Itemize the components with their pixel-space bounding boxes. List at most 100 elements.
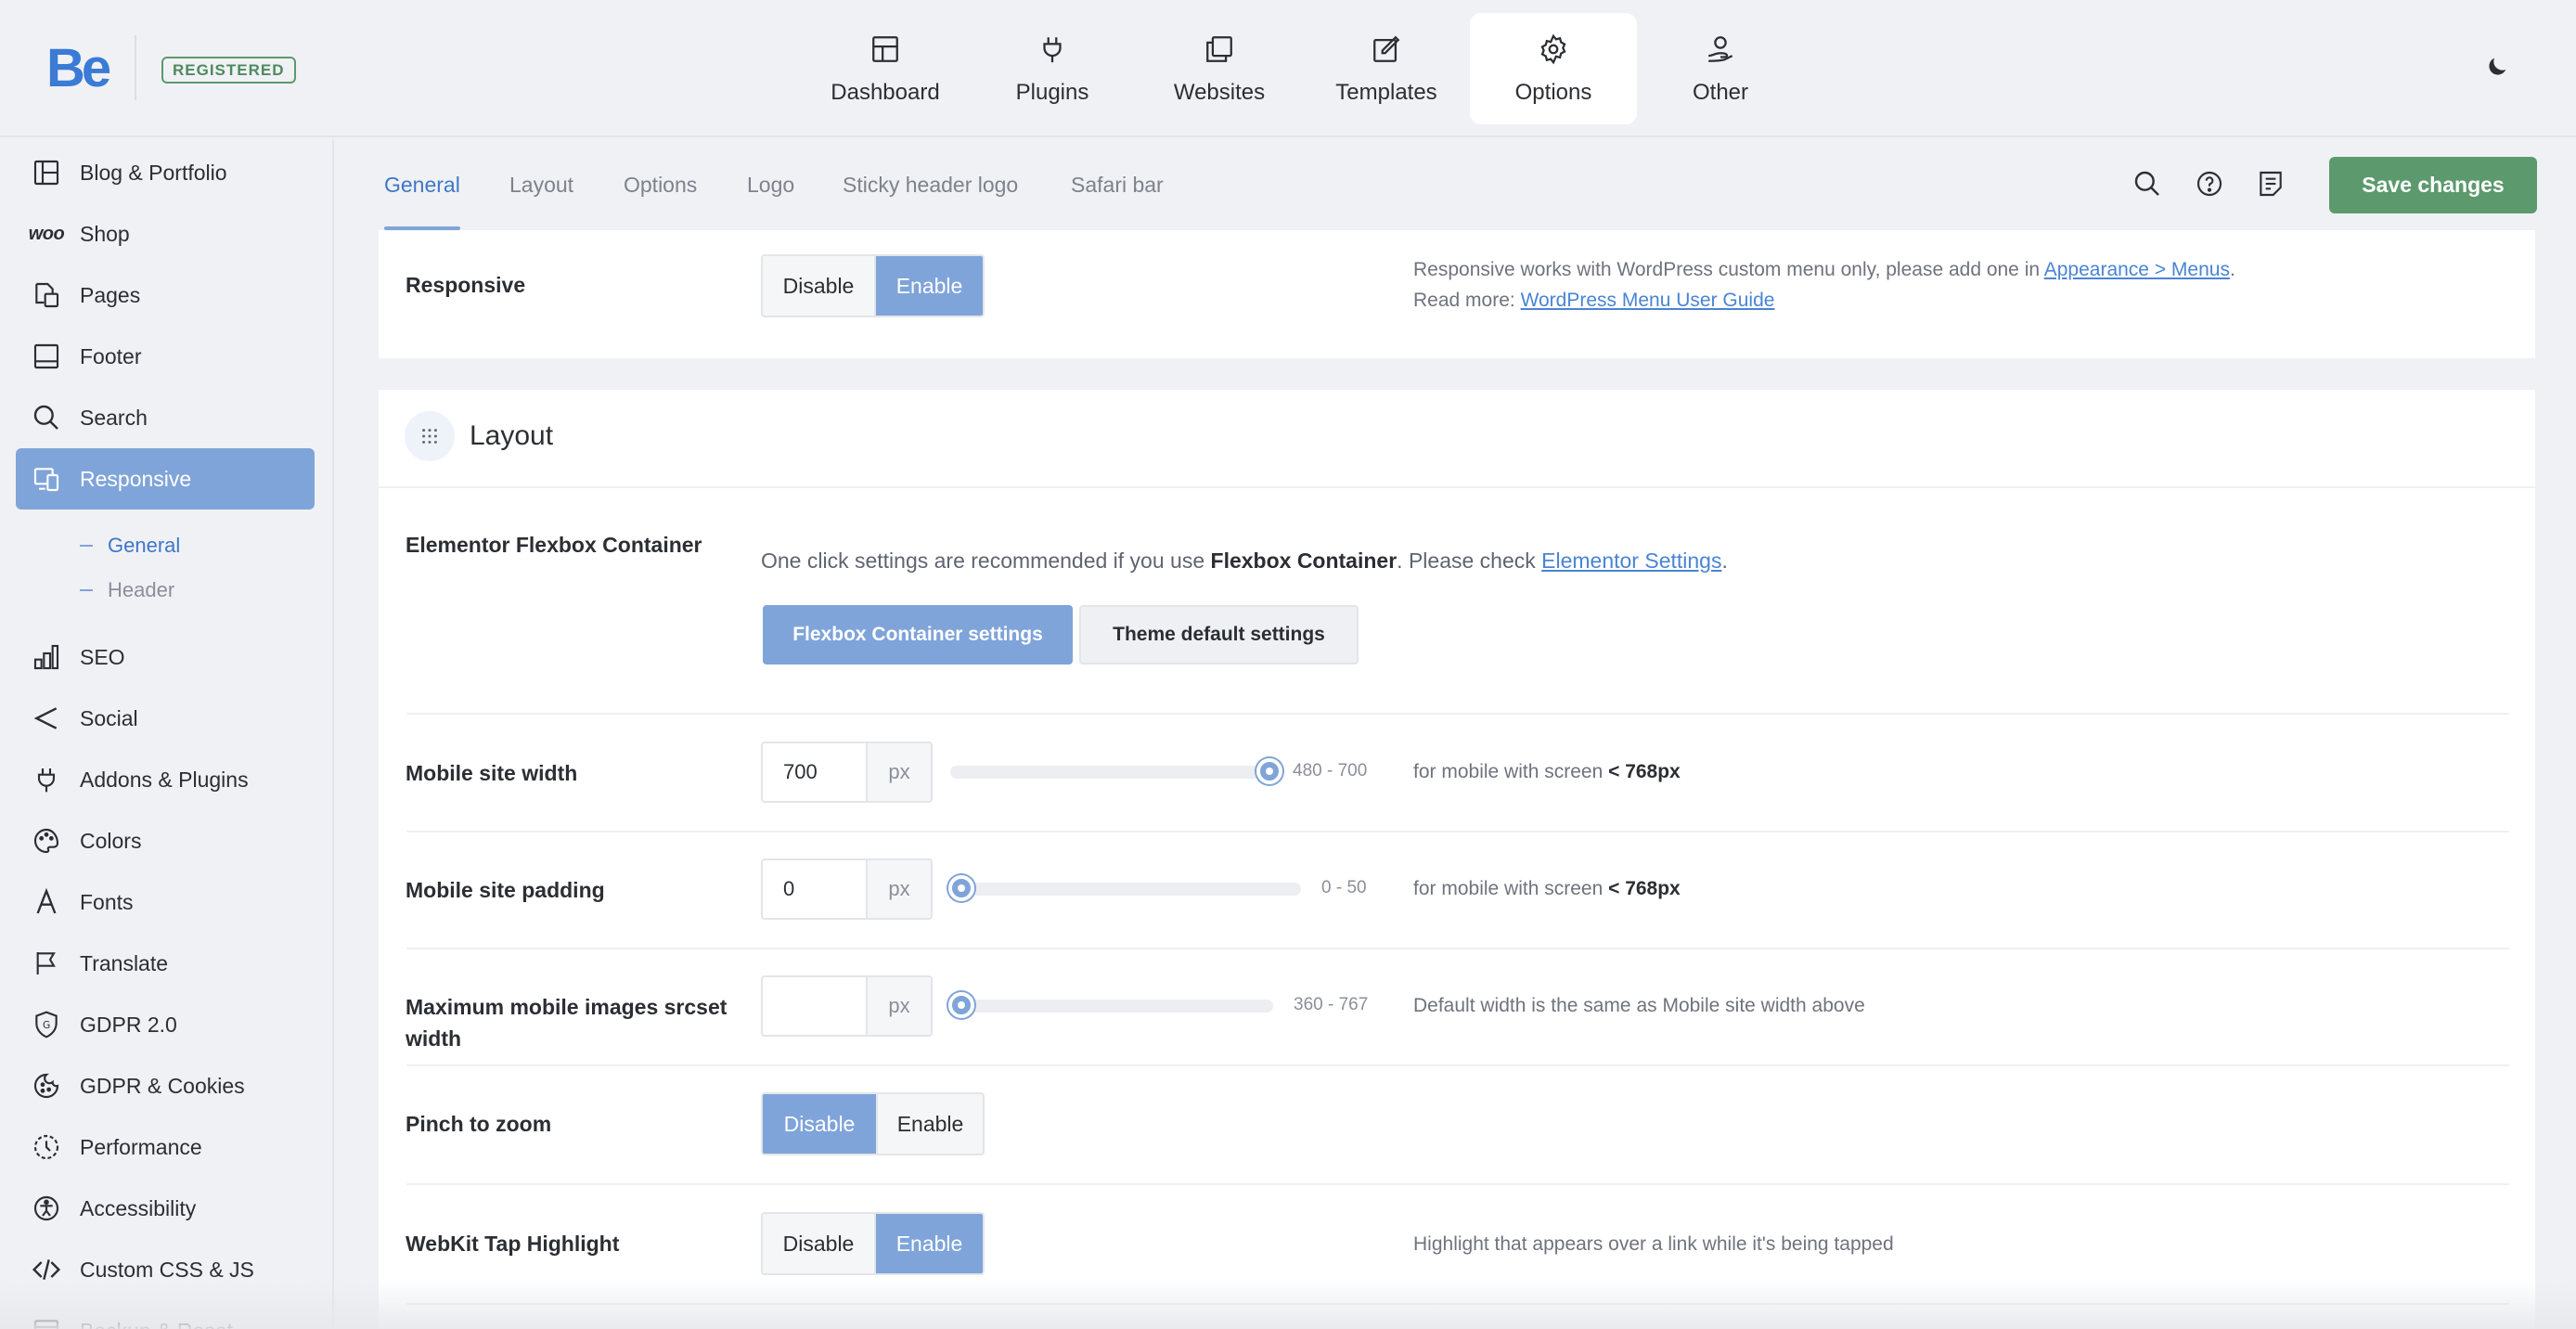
sidebar-item-backup[interactable]: Backup & Reset	[16, 1300, 315, 1329]
elementor-desc-bold: Flexbox Container	[1210, 548, 1397, 573]
sidebar-sub-general[interactable]: General	[80, 527, 180, 564]
dash-marker	[80, 589, 93, 591]
mobile-padding-input[interactable]: 0 px	[761, 858, 933, 920]
be-logo[interactable]: Be	[46, 39, 111, 98]
sidebar-item-colors[interactable]: Colors	[16, 810, 315, 871]
elementor-settings-link[interactable]: Elementor Settings	[1541, 548, 1721, 573]
share-icon	[31, 703, 62, 734]
srcset-slider[interactable]	[948, 992, 1273, 1018]
sidebar-item-label: Social	[80, 705, 138, 730]
srcset-value[interactable]	[763, 977, 866, 1035]
sidebar-item-label: Accessibility	[80, 1195, 197, 1220]
sidebar-item-social[interactable]: Social	[16, 688, 315, 749]
mobile-padding-desc-text: for mobile with screen	[1413, 878, 1609, 899]
sidebar-item-accessibility[interactable]: Accessibility	[16, 1178, 315, 1239]
topnav-templates[interactable]: Templates	[1303, 13, 1470, 124]
row-divider	[406, 831, 2509, 832]
mobile-width-description: for mobile with screen < 768px	[1413, 756, 1681, 787]
sidebar-item-pages[interactable]: Pages	[16, 265, 315, 326]
dark-mode-moon-icon[interactable]	[2484, 54, 2510, 80]
topnav-dashboard[interactable]: Dashboard	[802, 13, 969, 124]
sidebar-sub-header[interactable]: Header	[80, 572, 174, 609]
row-divider	[406, 713, 2509, 715]
notes-icon[interactable]	[2256, 169, 2286, 199]
mobile-width-desc-bold: < 768px	[1608, 761, 1681, 782]
appearance-menus-link[interactable]: Appearance > Menus	[2044, 259, 2230, 280]
wordpress-menu-guide-link[interactable]: WordPress Menu User Guide	[1521, 290, 1775, 311]
responsive-enable-option[interactable]: Enable	[874, 256, 983, 316]
save-changes-button[interactable]: Save changes	[2329, 157, 2537, 213]
srcset-input[interactable]: px	[761, 975, 933, 1037]
cookie-icon	[31, 1070, 62, 1102]
slider-thumb[interactable]	[948, 992, 974, 1018]
sidebar-item-search[interactable]: Search	[16, 387, 315, 448]
sidebar-item-label: Search	[80, 405, 148, 430]
mobile-width-value[interactable]: 700	[763, 743, 866, 801]
sidebar-item-translate[interactable]: Translate	[16, 933, 315, 994]
sidebar-item-label: Translate	[80, 950, 169, 975]
sidebar-item-gdpr-cookies[interactable]: GDPR & Cookies	[16, 1055, 315, 1116]
topnav-plugins[interactable]: Plugins	[969, 13, 1136, 124]
row-divider	[406, 1303, 2509, 1305]
topnav-websites[interactable]: Websites	[1136, 13, 1303, 124]
webkit-tap-label: WebKit Tap Highlight	[406, 1232, 620, 1256]
sidebar-item-responsive[interactable]: Responsive	[16, 448, 315, 510]
sidebar-item-custom-css[interactable]: Custom CSS & JS	[16, 1239, 315, 1300]
plug-icon	[31, 764, 62, 795]
sidebar-item-label: Colors	[80, 828, 142, 853]
unit-label: px	[866, 743, 931, 801]
topnav-options[interactable]: Options	[1470, 13, 1637, 124]
search-icon[interactable]	[2132, 169, 2162, 199]
sidebar-item-fonts[interactable]: Fonts	[16, 871, 315, 933]
sidebar-item-gdpr2[interactable]: G GDPR 2.0	[16, 994, 315, 1055]
dash-marker	[80, 545, 93, 547]
responsive-desc-text: Responsive works with WordPress custom m…	[1413, 259, 2044, 280]
mobile-padding-description: for mobile with screen < 768px	[1413, 873, 1681, 904]
pinch-disable-option[interactable]: Disable	[763, 1094, 876, 1154]
pinch-enable-option[interactable]: Enable	[876, 1094, 983, 1154]
layout-card	[379, 390, 2535, 1329]
mobile-width-input[interactable]: 700 px	[761, 742, 933, 803]
tab-options[interactable]: Options	[624, 139, 697, 230]
help-icon[interactable]	[2195, 169, 2224, 199]
tab-general[interactable]: General	[384, 139, 460, 230]
mobile-width-slider[interactable]	[950, 758, 1282, 784]
range-label: 360 - 767	[1294, 995, 1369, 1014]
mobile-padding-slider[interactable]	[948, 875, 1301, 901]
layout-section-title: Layout	[470, 420, 554, 451]
tab-layout[interactable]: Layout	[509, 139, 573, 230]
webkit-disable-option[interactable]: Disable	[763, 1214, 874, 1273]
user-hand-icon	[1708, 36, 1733, 62]
sidebar-item-seo[interactable]: SEO	[16, 626, 315, 688]
top-nav: Dashboard Plugins Websites Templates Opt…	[802, 13, 1804, 124]
slider-thumb[interactable]	[1256, 758, 1282, 784]
tab-sticky-header-logo[interactable]: Sticky header logo	[843, 139, 1018, 230]
flexbox-container-settings-button[interactable]: Flexbox Container settings	[763, 605, 1073, 664]
topnav-other[interactable]: Other	[1637, 13, 1804, 124]
webkit-tap-description: Highlight that appears over a link while…	[1413, 1233, 1894, 1255]
slider-thumb[interactable]	[948, 875, 974, 901]
accessibility-icon	[31, 1193, 62, 1224]
responsive-description: Responsive works with WordPress custom m…	[1413, 254, 2518, 316]
srcset-description: Default width is the same as Mobile site…	[1413, 995, 1865, 1016]
fonts-icon	[31, 886, 62, 918]
topnav-label: Dashboard	[831, 80, 940, 105]
responsive-disable-option[interactable]: Disable	[763, 256, 874, 316]
dashboard-icon	[872, 36, 898, 62]
sidebar-item-addons[interactable]: Addons & Plugins	[16, 749, 315, 810]
tab-safari-bar[interactable]: Safari bar	[1071, 139, 1164, 230]
mobile-padding-value[interactable]: 0	[763, 860, 866, 918]
sidebar-item-label: Performance	[80, 1134, 202, 1159]
webkit-enable-option[interactable]: Enable	[874, 1214, 983, 1273]
sidebar-item-performance[interactable]: Performance	[16, 1116, 315, 1178]
responsive-desc-end: .	[2229, 259, 2235, 280]
sidebar-item-blog[interactable]: Blog & Portfolio	[16, 142, 315, 203]
tab-logo[interactable]: Logo	[747, 139, 794, 230]
top-bar: Be REGISTERED Dashboard Plugins Websites…	[0, 0, 2576, 137]
theme-default-settings-button[interactable]: Theme default settings	[1079, 605, 1359, 664]
topnav-label: Plugins	[1015, 80, 1089, 105]
sidebar-item-shop[interactable]: woo Shop	[16, 203, 315, 265]
sidebar-item-label: Shop	[80, 221, 130, 246]
sidebar-item-footer[interactable]: Footer	[16, 326, 315, 387]
sidebar-item-label: Responsive	[80, 466, 192, 491]
